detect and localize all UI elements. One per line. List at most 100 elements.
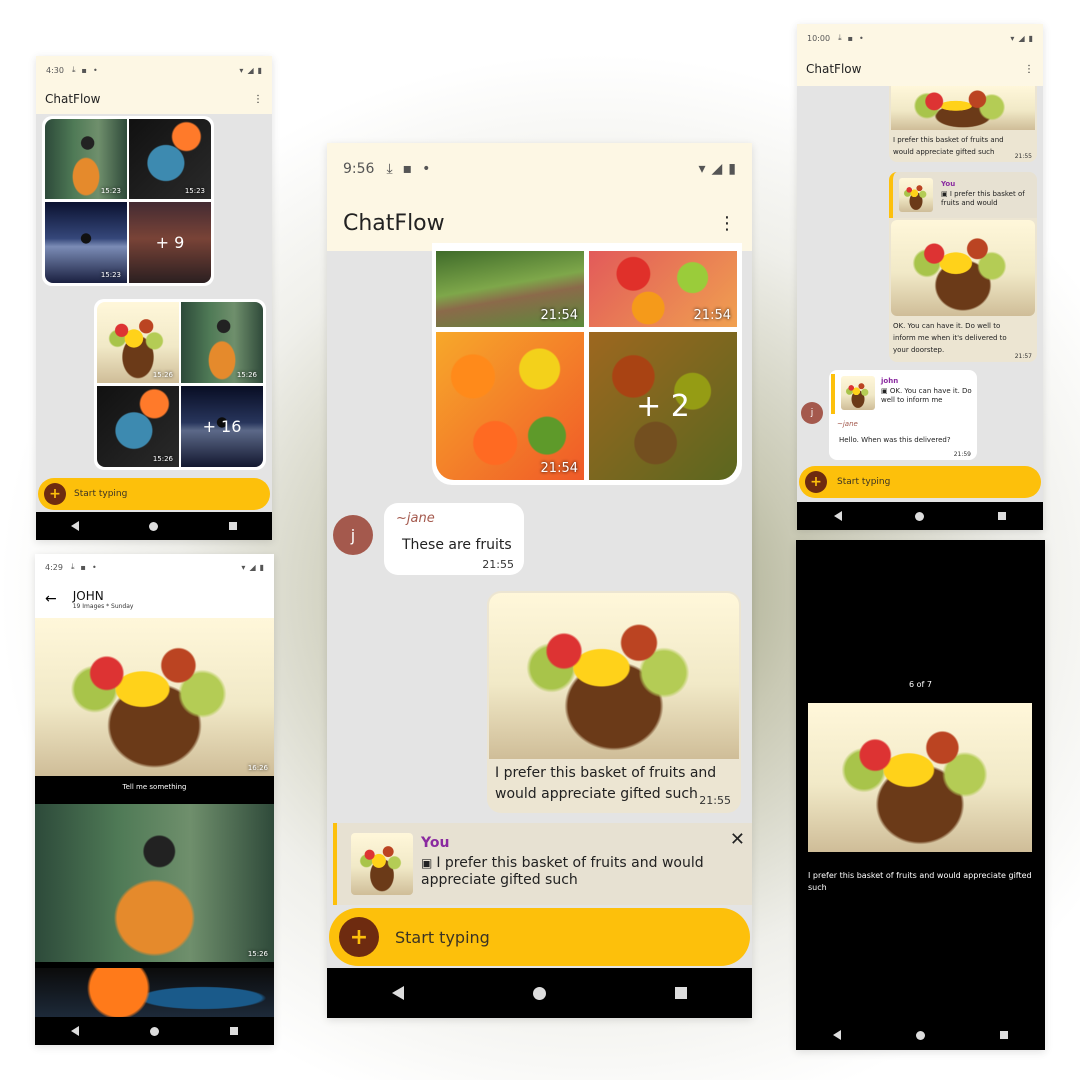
nav-home-icon[interactable] [915,1030,925,1040]
message-input[interactable]: Start typing [837,477,890,487]
message-image[interactable] [891,220,1035,316]
grid-image[interactable]: 21:54 [436,251,584,327]
nav-back-icon[interactable] [833,511,842,521]
nav-recent-icon[interactable] [228,522,237,530]
app-title: ChatFlow [343,210,445,236]
message-time: 21:57 [1014,353,1032,360]
phone-center: 9:56 ⤓ ▪ • ▾ ◢ ▮ ChatFlow ⋮ 21:54 21:54 21… [327,143,752,1018]
composer[interactable]: + Start typing [38,478,270,510]
more-vert-icon[interactable]: ⋮ [1024,64,1034,75]
image-grid-outgoing[interactable]: 15:26 15:26 15:26 + 16 [94,299,266,470]
reply-thumbnail [841,376,875,410]
incoming-message[interactable]: ~jane These are fruits 21:55 [384,503,524,575]
grid-image[interactable]: 15:26 [181,302,263,383]
grid-image-more[interactable]: + 2 [589,332,737,480]
app-title: ChatFlow [45,92,101,106]
nav-recent-icon[interactable] [998,512,1007,520]
back-arrow-icon[interactable]: ← [45,591,57,607]
nav-home-icon[interactable] [149,1026,159,1036]
gallery-image[interactable] [35,968,274,1018]
reply-author: You [941,180,956,188]
grid-image[interactable]: 15:26 [97,386,179,467]
reply-thumbnail [899,178,933,212]
wifi-icon: ▾ [698,161,706,177]
viewer-image[interactable] [808,703,1032,852]
reply-quote: You ▣ I prefer this basket of fruits and… [889,172,1037,218]
grid-image[interactable]: 21:54 [589,251,737,327]
nav-home-icon[interactable] [915,511,925,521]
image-icon: ▣ [941,190,950,198]
phone-right-bottom: 6 of 7 I prefer this basket of fruits an… [796,540,1045,1050]
message-input[interactable]: Start typing [74,489,127,499]
more-count: + 9 [129,202,211,283]
grid-image[interactable]: 15:26 [97,302,179,383]
signal-icon: ◢ [247,65,254,75]
message-text: I prefer this basket of fruits and would… [495,765,717,802]
message-image[interactable] [489,593,739,759]
nav-back-icon[interactable] [833,1030,842,1040]
nav-recent-icon[interactable] [999,1031,1008,1039]
grid-image-more[interactable]: + 9 [129,202,211,283]
image-grid-incoming[interactable]: 15:23 15:23 15:23 + 9 [42,116,214,286]
image-caption: Tell me something [122,783,187,791]
nav-home-icon[interactable] [149,521,159,531]
author-name: ~jane [837,420,858,428]
incoming-message[interactable]: john ▣ OK. You can have it. Do well to i… [829,370,977,460]
gallery-title: JOHN [72,588,104,603]
outgoing-message[interactable]: I prefer this basket of fruits and would… [889,86,1037,162]
more-vert-icon[interactable]: ⋮ [718,213,736,234]
image-icon: ▣ [881,387,890,395]
add-attachment-button[interactable]: + [44,483,66,505]
reply-author: john [881,377,899,385]
nav-recent-icon[interactable] [230,1027,239,1035]
gallery-image[interactable]: 15:26 [35,804,274,962]
grid-image[interactable]: 15:23 [45,202,127,283]
reply-quote: john ▣ OK. You can have it. Do well to i… [831,374,972,414]
outgoing-message[interactable]: I prefer this basket of fruits and would… [487,591,741,813]
grid-image[interactable]: 15:23 [45,119,127,199]
battery-icon: ▮ [257,65,262,75]
gallery-subtitle: 19 Images * Sunday [72,602,134,610]
nav-back-icon[interactable] [70,1026,79,1036]
image-grid-outgoing[interactable]: 21:54 21:54 21:54 + 2 [432,243,742,485]
grid-image-more[interactable]: + 16 [181,386,263,467]
message-image[interactable] [891,86,1035,130]
grid-image[interactable]: 21:54 [436,332,584,480]
battery-icon: ▮ [728,161,736,177]
avatar[interactable]: j [333,515,373,555]
outgoing-message[interactable]: You ▣ I prefer this basket of fruits and… [889,172,1037,362]
wifi-icon: ▾ [241,562,246,572]
message-text: These are fruits [402,537,512,553]
add-attachment-button[interactable]: + [339,917,379,957]
nav-back-icon[interactable] [391,986,404,1000]
battery-icon: ▮ [259,562,264,572]
dot-icon: • [859,33,864,43]
avatar[interactable]: j [801,402,823,424]
more-vert-icon[interactable]: ⋮ [253,94,263,105]
status-bar: 4:29 ⤓ ▪ • ▾ ◢ ▮ [35,554,274,580]
message-text: OK. You can have it. Do well to inform m… [893,322,1007,354]
message-time: 21:55 [482,558,514,571]
app-bar: ChatFlow ⋮ [36,84,272,114]
composer[interactable]: + Start typing [329,908,750,966]
sd-card-icon: ▪ [402,161,413,177]
more-count: + 2 [589,332,737,480]
status-bar: 10:00 ⤓ ▪ • ▾ ◢ ▮ [797,24,1043,52]
add-attachment-button[interactable]: + [805,471,827,493]
nav-back-icon[interactable] [71,521,80,531]
composer[interactable]: + Start typing [799,466,1041,498]
image-counter: 6 of 7 [909,680,932,689]
message-input[interactable]: Start typing [395,928,490,947]
nav-home-icon[interactable] [532,986,546,1000]
reply-author: You [421,835,450,851]
grid-image[interactable]: 15:23 [129,119,211,199]
signal-icon: ◢ [711,161,723,177]
reply-preview: You ▣ I prefer this basket of fruits and … [333,823,752,905]
close-icon[interactable]: ✕ [730,829,745,850]
app-bar: ChatFlow ⋮ [797,52,1043,86]
nav-recent-icon[interactable] [675,987,688,999]
status-time: 10:00 [807,33,831,43]
gallery-image[interactable]: 16:26 [35,618,274,776]
message-time: 21:55 [1014,153,1032,160]
message-text: I prefer this basket of fruits and would… [893,136,1004,156]
